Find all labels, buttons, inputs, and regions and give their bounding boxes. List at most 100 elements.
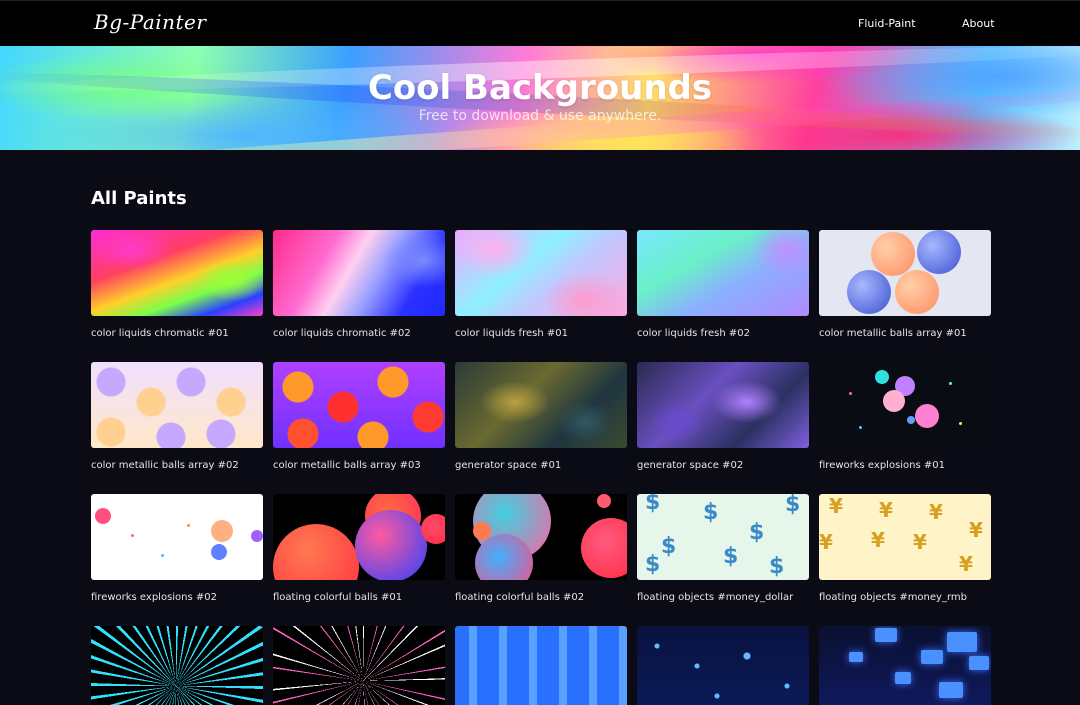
ball-shape — [581, 518, 627, 578]
paint-thumbnail[interactable] — [637, 626, 809, 705]
yuan-icon: ¥ — [929, 500, 943, 524]
paint-thumbnail[interactable] — [455, 230, 627, 316]
paint-thumbnail[interactable] — [273, 494, 445, 580]
paint-thumbnail[interactable] — [819, 362, 991, 448]
cube-shape — [939, 682, 963, 698]
nav-link-about[interactable]: About — [962, 17, 995, 30]
paint-card[interactable]: fireworks explosions #01 — [819, 362, 991, 471]
paint-thumbnail[interactable] — [273, 230, 445, 316]
paint-thumbnail[interactable] — [455, 626, 627, 705]
ball-shape — [273, 524, 359, 580]
hero-subtitle: Free to download & use anywhere. — [418, 108, 662, 124]
paint-caption: fireworks explosions #02 — [91, 592, 218, 603]
paint-caption: floating objects #money_dollar — [637, 592, 794, 603]
paint-caption: generator space #02 — [637, 460, 744, 471]
paint-caption: color liquids fresh #01 — [455, 328, 568, 339]
paint-thumbnail[interactable] — [637, 230, 809, 316]
cube-shape — [921, 650, 943, 664]
ball-shape — [251, 530, 263, 542]
dollar-icon: $ — [749, 520, 765, 545]
section-title: All Paints — [91, 188, 187, 209]
yuan-icon: ¥ — [871, 528, 885, 552]
paint-thumbnail[interactable] — [91, 494, 263, 580]
paint-thumbnail[interactable]: ¥ ¥ ¥ ¥ ¥ ¥ ¥ ¥ — [819, 494, 991, 580]
paint-caption: color liquids chromatic #02 — [273, 328, 411, 339]
ball-shape — [875, 370, 889, 384]
dollar-icon: $ — [645, 552, 661, 577]
confetti-shape — [959, 422, 962, 425]
paint-card[interactable]: color metallic balls array #01 — [819, 230, 991, 339]
cube-shape — [947, 632, 977, 652]
nav-link-fluid-paint[interactable]: Fluid-Paint — [858, 17, 916, 30]
dollar-icon: $ — [769, 554, 785, 579]
hero-title: Cool Backgrounds — [367, 68, 713, 108]
ball-shape — [883, 390, 905, 412]
ball-shape — [917, 230, 961, 274]
cube-shape — [849, 652, 863, 662]
confetti-shape — [859, 426, 862, 429]
ball-shape — [847, 270, 891, 314]
paint-thumbnail[interactable] — [819, 230, 991, 316]
ball-shape — [211, 544, 227, 560]
paint-card[interactable]: color liquids chromatic #01 — [91, 230, 263, 339]
paint-card[interactable]: color metallic balls array #02 — [91, 362, 263, 471]
paint-caption: color metallic balls array #02 — [91, 460, 239, 471]
yuan-icon: ¥ — [913, 530, 927, 554]
yuan-icon: ¥ — [819, 530, 833, 554]
yuan-icon: ¥ — [959, 552, 973, 576]
paint-thumbnail[interactable] — [91, 230, 263, 316]
cube-shape — [895, 672, 911, 684]
paint-caption: color metallic balls array #01 — [819, 328, 967, 339]
cube-shape — [969, 656, 989, 670]
confetti-shape — [131, 534, 134, 537]
paint-caption: color liquids chromatic #01 — [91, 328, 229, 339]
paint-card[interactable] — [91, 626, 263, 705]
paint-caption: color liquids fresh #02 — [637, 328, 750, 339]
paint-card[interactable] — [637, 626, 809, 705]
paint-card[interactable]: fireworks explosions #02 — [91, 494, 263, 603]
paint-thumbnail[interactable] — [273, 626, 445, 705]
ball-shape — [211, 520, 233, 542]
paint-thumbnail[interactable] — [819, 626, 991, 705]
confetti-shape — [161, 554, 164, 557]
paint-caption: floating objects #money_rmb — [819, 592, 967, 603]
ball-shape — [473, 522, 491, 540]
paint-card[interactable] — [455, 626, 627, 705]
paint-card[interactable]: color liquids fresh #02 — [637, 230, 809, 339]
dollar-icon: $ — [645, 494, 661, 515]
paint-card[interactable]: $ $ $ $ $ $ $ $ floating objects #money_… — [637, 494, 809, 603]
paint-thumbnail[interactable] — [455, 362, 627, 448]
confetti-shape — [949, 382, 952, 385]
paint-card[interactable]: generator space #01 — [455, 362, 627, 471]
paint-caption: floating colorful balls #02 — [455, 592, 585, 603]
paint-card[interactable]: generator space #02 — [637, 362, 809, 471]
paint-card[interactable]: floating colorful balls #01 — [273, 494, 445, 603]
paint-card[interactable]: ¥ ¥ ¥ ¥ ¥ ¥ ¥ ¥ floating objects #money_… — [819, 494, 991, 603]
dollar-icon: $ — [661, 534, 677, 559]
dollar-icon: $ — [703, 500, 719, 525]
ball-shape — [421, 514, 445, 544]
paint-card[interactable]: color liquids chromatic #02 — [273, 230, 445, 339]
top-navbar: Bg-Painter Fluid-Paint About — [0, 0, 1080, 46]
ball-shape — [907, 416, 915, 424]
paint-thumbnail[interactable] — [91, 626, 263, 705]
ball-shape — [597, 494, 611, 508]
paint-thumbnail[interactable] — [91, 362, 263, 448]
ball-shape — [95, 508, 111, 524]
paint-card[interactable]: color liquids fresh #01 — [455, 230, 627, 339]
paint-card[interactable]: color metallic balls array #03 — [273, 362, 445, 471]
paint-caption: generator space #01 — [455, 460, 562, 471]
paint-card[interactable] — [273, 626, 445, 705]
yuan-icon: ¥ — [879, 498, 893, 522]
yuan-icon: ¥ — [969, 518, 983, 542]
site-logo[interactable]: Bg-Painter — [94, 10, 206, 34]
paint-thumbnail[interactable] — [273, 362, 445, 448]
paint-card[interactable]: floating colorful balls #02 — [455, 494, 627, 603]
paint-thumbnail[interactable] — [637, 362, 809, 448]
paint-thumbnail[interactable]: $ $ $ $ $ $ $ $ — [637, 494, 809, 580]
paint-caption: color metallic balls array #03 — [273, 460, 421, 471]
paint-thumbnail[interactable] — [455, 494, 627, 580]
confetti-shape — [849, 392, 852, 395]
cube-shape — [875, 628, 897, 642]
paint-card[interactable] — [819, 626, 991, 705]
